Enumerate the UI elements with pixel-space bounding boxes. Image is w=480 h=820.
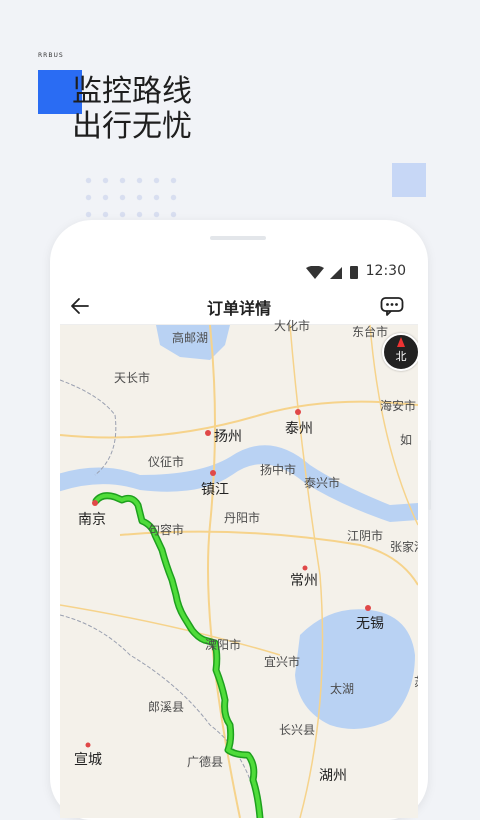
decor-light-square [392,163,426,197]
decor-dots [80,172,180,220]
map-label-changxing: 长兴县 [279,723,316,737]
map-label-zhangjiagang: 张家港 [390,540,418,554]
city-dot-xuancheng [85,742,91,748]
signal-icon [330,267,342,279]
map-label-yangzhou: 扬州 [214,429,242,445]
map-label-yangzhong: 扬中市 [260,463,297,477]
map-label-langxi: 郎溪县 [148,700,185,714]
phone-side-button [428,440,431,510]
status-time: 12:30 [365,263,406,279]
wifi-icon [306,266,324,279]
map-label-tianchang: 天长市 [114,371,151,385]
map-label-taixing: 泰兴市 [304,476,341,490]
route-path-inner [94,493,262,818]
map-label-rugao: 如 [400,433,413,447]
map-label-liyang: 溧阳市 [205,638,242,652]
phone-speaker [210,236,266,240]
map-label-nanjing: 南京 [78,512,106,528]
map-label-taihu: 太湖 [330,682,355,696]
city-dot-yangzhou [205,430,211,436]
map-label-taizhou: 泰州 [285,421,313,437]
headline: 监控路线 出行无忧 [72,74,192,144]
compass-needle-icon [397,337,405,347]
headline-line1: 监控路线 [72,74,192,109]
page-title: 订单详情 [206,299,271,318]
compass-button[interactable]: 北 [382,333,418,371]
map-label-dongtai: 东台市 [352,325,389,339]
map-view[interactable]: 高邮湖 东台市 大化市 天长市 海安市 扬州 泰州 如 仪征市 扬中市 镇江 泰… [60,319,418,818]
map-label-xuancheng: 宣城 [74,752,102,768]
headline-line2: 出行无忧 [72,109,192,144]
road-5 [60,604,281,656]
map-label-changzhou: 常州 [290,573,318,589]
map-label-haian: 海安市 [380,399,417,413]
compass-label: 北 [395,350,407,363]
lake-tai [295,609,415,729]
map-canvas [60,325,418,818]
map-label-su: 苏 [414,673,418,690]
message-icon[interactable] [380,296,404,316]
map-label-zhenjiang: 镇江 [201,482,229,498]
status-icons [306,266,358,279]
battery-icon [350,266,358,279]
map-label-danyang: 丹阳市 [224,511,261,525]
city-dot-nanjing [92,500,98,506]
map-label-jiangyin: 江阴市 [347,529,384,543]
map-label-gaoyouhu: 高邮湖 [172,331,209,345]
map-label-ahua: 大化市 [274,319,311,333]
city-dot-wuxi [365,605,371,611]
map-label-guangde: 广德县 [187,755,224,769]
status-bar: 12:30 [60,258,418,288]
brand-logo: RRBUS [38,52,64,59]
map-label-huzhou: 湖州 [319,768,347,784]
route-path [92,492,264,818]
city-dot-taizhou [295,409,301,415]
map-label-yizheng: 仪征市 [148,455,185,469]
title-bar: 订单详情 [60,288,418,325]
road-2 [207,325,241,818]
phone-screen: 12:30 订单详情 高邮湖 东台市 大化市 天长市 海安市 扬州 泰州 如 仪… [60,258,418,818]
map-label-yixing: 宜兴市 [264,655,301,669]
map-label-wuxi: 无锡 [356,616,384,632]
city-dot-zhenjiang [210,470,216,476]
map-label-jurong: 句容市 [148,523,185,537]
